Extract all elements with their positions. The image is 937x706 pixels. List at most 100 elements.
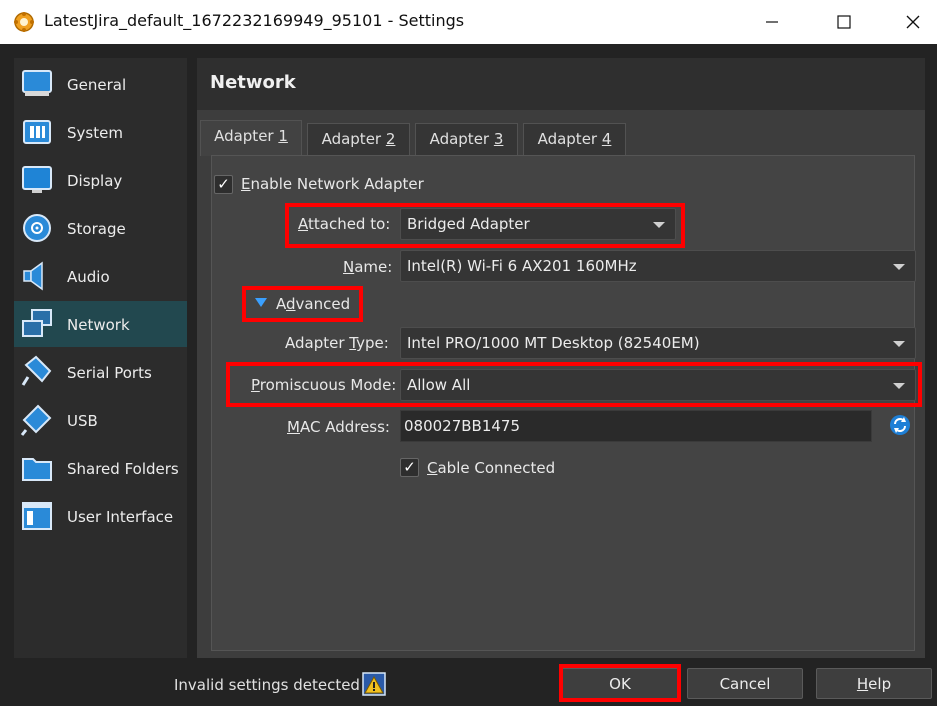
cable-connected-checkbox[interactable]: ✓: [400, 458, 419, 477]
tab-label-prefix: Adapter: [537, 130, 602, 148]
label-text: able Connected: [437, 459, 556, 477]
tab-label-prefix: Adapter: [321, 130, 386, 148]
button-label: Cancel: [719, 675, 771, 693]
expand-triangle-icon[interactable]: [254, 297, 268, 309]
promiscuous-mode-select[interactable]: Allow All: [400, 369, 916, 401]
button-label: OK: [609, 675, 631, 693]
sidebar-item-label: System: [67, 124, 123, 142]
sidebar-item-general[interactable]: General: [14, 61, 187, 107]
name-value: Intel(R) Wi-Fi 6 AX201 160MHz: [407, 257, 637, 275]
cancel-button[interactable]: Cancel: [687, 668, 803, 699]
tab-label-mnemonic: 1: [278, 127, 288, 145]
button-label-mnemonic: H: [856, 675, 869, 693]
tab-label-mnemonic: 3: [493, 130, 504, 148]
label-text-pre: Adapter: [285, 334, 350, 352]
sidebar-item-label: USB: [67, 412, 98, 430]
label-mnemonic: d: [286, 295, 296, 313]
tab-adapter-1[interactable]: Adapter 1: [200, 120, 302, 156]
label-mnemonic: A: [298, 215, 308, 233]
sidebar-item-label: Display: [67, 172, 123, 190]
mac-address-value: 080027BB1475: [404, 417, 521, 435]
sidebar-item-shared-folders[interactable]: Shared Folders: [14, 445, 187, 491]
enable-adapter-checkbox[interactable]: ✓: [214, 175, 233, 194]
label-text-pre: A: [276, 295, 286, 313]
name-label: Name:: [343, 258, 392, 276]
label-text: nable Network Adapter: [250, 175, 424, 193]
settings-sidebar: General System Display Storage Audio Net…: [14, 58, 187, 658]
close-icon: [906, 15, 920, 29]
tab-adapter-2[interactable]: Adapter 2: [307, 123, 410, 156]
sidebar-item-serial-ports[interactable]: Serial Ports: [14, 349, 187, 395]
network-icon: [22, 309, 52, 337]
page-title: Network: [210, 72, 296, 93]
label-mnemonic: C: [427, 459, 438, 477]
minimize-icon: [766, 21, 778, 23]
button-label: elp: [868, 675, 892, 693]
tab-label-prefix: Adapter: [214, 127, 279, 145]
sidebar-item-label: Storage: [67, 220, 126, 238]
ok-button[interactable]: OK: [560, 668, 680, 699]
attached-to-value: Bridged Adapter: [407, 215, 530, 233]
label-mnemonic: M: [287, 418, 300, 436]
maximize-button[interactable]: [821, 0, 867, 44]
status-message: Invalid settings detected: [174, 676, 360, 694]
sidebar-item-label: General: [67, 76, 127, 94]
maximize-icon: [837, 15, 851, 29]
sidebar-item-user-interface[interactable]: User Interface: [14, 493, 187, 539]
label-mnemonic: P: [251, 376, 260, 394]
help-button[interactable]: Help: [816, 668, 932, 699]
name-select[interactable]: Intel(R) Wi-Fi 6 AX201 160MHz: [400, 250, 916, 282]
adapter-type-label: Adapter Type:: [285, 334, 389, 352]
chevron-down-icon: [893, 341, 905, 347]
sidebar-item-label: User Interface: [67, 508, 174, 526]
page-header: Network: [197, 58, 925, 110]
mac-address-input[interactable]: 080027BB1475: [400, 410, 872, 442]
tab-label-mnemonic: 4: [601, 130, 612, 148]
enable-adapter-label[interactable]: Enable Network Adapter: [241, 175, 424, 193]
minimize-button[interactable]: [749, 0, 795, 44]
label-text: ype:: [356, 334, 389, 352]
warning-icon[interactable]: [362, 672, 386, 696]
label-mnemonic: N: [343, 258, 355, 276]
folder-icon: [22, 458, 52, 481]
sidebar-item-usb[interactable]: USB: [14, 397, 187, 443]
title-bar: LatestJira_default_1672232169949_95101 -…: [0, 0, 937, 44]
window-ui-icon: [22, 502, 52, 530]
sidebar-item-network[interactable]: Network: [14, 301, 187, 347]
tab-adapter-3[interactable]: Adapter 3: [415, 123, 518, 156]
tab-adapter-4[interactable]: Adapter 4: [523, 123, 626, 156]
label-text: ame:: [354, 258, 393, 276]
attached-to-label: Attached to:: [298, 215, 390, 233]
label-text: ttached to:: [308, 215, 391, 233]
sidebar-item-label: Shared Folders: [67, 460, 179, 478]
cable-connected-label[interactable]: Cable Connected: [427, 459, 555, 477]
sidebar-item-system[interactable]: System: [14, 109, 187, 155]
label-text: romiscuous Mode:: [259, 376, 397, 394]
chevron-down-icon: [893, 264, 905, 270]
advanced-toggle[interactable]: Advanced: [276, 295, 350, 313]
sidebar-item-storage[interactable]: Storage: [14, 205, 187, 251]
tab-label-prefix: Adapter: [429, 130, 494, 148]
disk-icon: [23, 214, 51, 242]
label-text: AC Address:: [299, 418, 390, 436]
adapter-type-select[interactable]: Intel PRO/1000 MT Desktop (82540EM): [400, 327, 916, 359]
refresh-icon[interactable]: [888, 413, 912, 437]
sidebar-item-audio[interactable]: Audio: [14, 253, 187, 299]
window-title: LatestJira_default_1672232169949_95101 -…: [44, 11, 465, 30]
sidebar-item-label: Audio: [67, 268, 110, 286]
general-icon: [22, 70, 52, 96]
chevron-down-icon: [653, 222, 665, 228]
sidebar-item-display[interactable]: Display: [14, 157, 187, 203]
mac-address-label: MAC Address:: [287, 418, 390, 436]
virtualbox-app-icon: [14, 12, 34, 32]
promiscuous-mode-value: Allow All: [407, 376, 471, 394]
speaker-icon: [23, 261, 43, 291]
adapter-type-value: Intel PRO/1000 MT Desktop (82540EM): [407, 334, 700, 352]
attached-to-select[interactable]: Bridged Adapter: [400, 208, 676, 240]
sidebar-item-label: Network: [67, 316, 130, 334]
monitor-icon: [22, 166, 52, 193]
close-button[interactable]: [890, 0, 936, 44]
serial-port-icon: [21, 355, 52, 386]
sidebar-item-label: Serial Ports: [67, 364, 152, 382]
promiscuous-mode-label: Promiscuous Mode:: [251, 376, 396, 394]
